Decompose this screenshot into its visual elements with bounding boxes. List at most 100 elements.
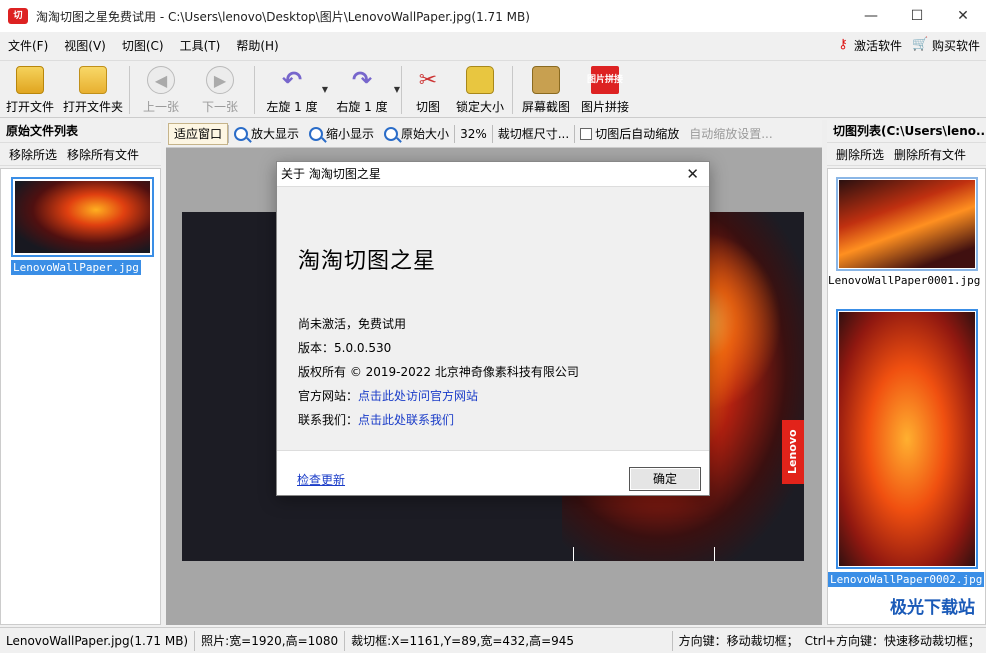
toolbar-separator	[401, 66, 402, 114]
check-update-link[interactable]: 检查更新	[297, 471, 345, 488]
about-app-name: 淘淘切图之星	[298, 249, 437, 274]
auto-zoom-settings-button[interactable]: 自动缩放设置...	[684, 123, 777, 145]
zoom-level: 32%	[460, 126, 487, 141]
view-toolbar: 适应窗口 放大显示 缩小显示 原始大小 32% 裁切框尺寸... 切图后自动缩放	[166, 120, 822, 148]
thumbnail-image	[839, 180, 975, 268]
scissors-icon: ✂	[418, 67, 438, 93]
next-label: 下一张	[201, 100, 238, 114]
dialog-title-bar: 关于 淘淘切图之星 ✕	[277, 162, 709, 186]
watermark-logo: 极光下载站	[890, 598, 975, 618]
rotate-right-button[interactable]: ↷ 右旋 1 度 ▼	[326, 61, 400, 117]
auto-zoom-checkbox[interactable]: 切图后自动缩放	[575, 123, 684, 145]
fit-window-button[interactable]: 适应窗口	[168, 122, 229, 145]
cut-panel-actions: 删除所选 删除所有文件	[827, 142, 986, 166]
rotate-right-label: 右旋 1 度	[336, 100, 388, 114]
list-item[interactable]: LenovoWallPaper0001.jpg	[828, 177, 986, 287]
website-link[interactable]: 点击此处访问官方网站	[358, 389, 478, 403]
window-title: 淘淘切图之星免费试用 - C:\Users\lenovo\Desktop\图片\…	[36, 9, 530, 24]
website-row: 官方网站：点击此处访问官方网站	[298, 387, 478, 404]
contact-link[interactable]: 点击此处联系我们	[358, 413, 454, 427]
thumbnail	[11, 177, 154, 257]
source-file-list[interactable]: LenovoWallPaper.jpg	[0, 168, 161, 625]
list-item[interactable]: LenovoWallPaper0002.jpg	[828, 309, 986, 587]
crop-frame[interactable]	[573, 547, 715, 561]
open-folder-label: 打开文件夹	[62, 100, 123, 114]
menu-bar: 文件(F) 视图(V) 切图(C) 工具(T) 帮助(H) ⚷ 激活软件 🛒 购…	[0, 32, 986, 58]
prev-image-button[interactable]: ◀ 上一张	[133, 61, 189, 117]
buy-software-button[interactable]: 🛒 购买软件	[912, 37, 980, 54]
ok-button[interactable]: 确定	[629, 467, 701, 491]
activation-status: 尚未激活，免费试用	[298, 317, 407, 331]
open-folder-button[interactable]: 打开文件夹	[60, 61, 126, 117]
rotate-right-dropdown-icon[interactable]: ▼	[394, 85, 400, 94]
buy-label: 购买软件	[931, 38, 980, 53]
toolbar-separator	[129, 66, 130, 114]
checkbox-icon	[580, 127, 593, 140]
status-crop-frame: 裁切框:X=1161,Y=89,宽=432,高=945	[345, 630, 673, 651]
thumbnail	[836, 177, 978, 271]
maximize-button[interactable]: ☐	[894, 0, 940, 32]
status-photo-size: 照片:宽=1920,高=1080	[195, 630, 346, 651]
version-row: 版本：5.0.0.530	[298, 339, 391, 356]
prev-label: 上一张	[142, 100, 179, 114]
status-hint-arrows: 方向键：移动裁切框；	[678, 633, 799, 648]
remove-selected-button[interactable]: 移除所选	[9, 146, 57, 163]
list-item[interactable]: LenovoWallPaper.jpg	[11, 177, 154, 275]
toolbar-separator	[512, 66, 513, 114]
menu-tools[interactable]: 工具(T)	[172, 37, 229, 54]
activate-label: 激活软件	[853, 38, 902, 53]
zoom-in-button[interactable]: 放大显示	[229, 123, 304, 145]
crop-size-button[interactable]: 裁切框尺寸...	[493, 123, 574, 145]
zoom-out-icon	[309, 126, 324, 141]
cut-button[interactable]: ✂ 切图	[405, 61, 451, 117]
delete-all-button[interactable]: 删除所有文件	[894, 146, 966, 163]
original-size-label: 原始大小	[401, 127, 450, 141]
status-file: LenovoWallPaper.jpg(1.71 MB)	[0, 630, 196, 651]
arrow-left-icon: ◀	[147, 66, 175, 94]
next-image-button[interactable]: ▶ 下一张	[189, 61, 251, 117]
cut-panel-title: 切图列表(C:\Users\leno...	[833, 124, 986, 138]
menu-help[interactable]: 帮助(H)	[228, 37, 286, 54]
rotate-left-button[interactable]: ↶ 左旋 1 度 ▼	[258, 61, 328, 117]
lock-size-button[interactable]: 锁定大小	[451, 61, 509, 117]
folder-icon	[79, 66, 107, 94]
thumbnail-image	[839, 312, 975, 566]
cut-file-list[interactable]: LenovoWallPaper0001.jpg LenovoWallPaper0…	[827, 168, 986, 625]
screenshot-button[interactable]: 屏幕截图	[516, 61, 576, 117]
file-name: LenovoWallPaper.jpg	[11, 260, 141, 275]
status-hint-ctrl: Ctrl+方向键：快速移动裁切框；	[804, 633, 980, 648]
version-value: 5.0.0.530	[334, 341, 392, 355]
menu-cut[interactable]: 切图(C)	[114, 37, 172, 54]
toolbar-separator	[254, 66, 255, 114]
rotate-right-icon: ↷	[351, 66, 373, 94]
original-size-button[interactable]: 原始大小	[379, 123, 454, 145]
activate-software-button[interactable]: ⚷ 激活软件	[836, 37, 902, 54]
lock-icon	[466, 66, 494, 94]
stitch-icon: 图片拼接	[587, 66, 623, 94]
source-file-panel: 原始文件列表 移除所选 移除所有文件 LenovoWallPaper.jpg	[0, 120, 161, 625]
minimize-button[interactable]: —	[848, 0, 894, 32]
zoom-in-icon	[234, 126, 249, 141]
remove-all-button[interactable]: 移除所有文件	[67, 146, 139, 163]
title-bar: 切 淘淘切图之星免费试用 - C:\Users\lenovo\Desktop\图…	[0, 0, 986, 32]
about-dialog: 关于 淘淘切图之星 ✕ 淘淘切图之星 尚未激活，免费试用 版本：5.0.0.53…	[276, 161, 710, 496]
version-label: 版本：	[298, 341, 335, 355]
dialog-title: 关于 淘淘切图之星	[281, 167, 381, 181]
stitch-label: 图片拼接	[580, 100, 629, 114]
menu-right-group: ⚷ 激活软件 🛒 购买软件	[836, 32, 980, 58]
zoom-out-button[interactable]: 缩小显示	[304, 123, 379, 145]
close-button[interactable]: ✕	[940, 0, 986, 32]
zoom-out-label: 缩小显示	[326, 127, 375, 141]
file-name: LenovoWallPaper0002.jpg	[828, 572, 985, 587]
cut-label: 切图	[415, 100, 440, 114]
menu-file[interactable]: 文件(F)	[0, 37, 56, 54]
source-panel-title: 原始文件列表	[6, 124, 79, 138]
menu-view[interactable]: 视图(V)	[56, 37, 114, 54]
main-toolbar: 打开文件 打开文件夹 ◀ 上一张 ▶ 下一张 ↶ 左旋 1 度 ▼ ↷ 右旋 1…	[0, 60, 986, 118]
open-file-button[interactable]: 打开文件	[0, 61, 60, 117]
dialog-close-icon[interactable]: ✕	[686, 162, 699, 186]
delete-selected-button[interactable]: 删除所选	[836, 146, 884, 163]
rotate-left-label: 左旋 1 度	[266, 100, 318, 114]
stitch-button[interactable]: 图片拼接 图片拼接	[576, 61, 634, 117]
contact-label: 联系我们：	[298, 413, 359, 427]
